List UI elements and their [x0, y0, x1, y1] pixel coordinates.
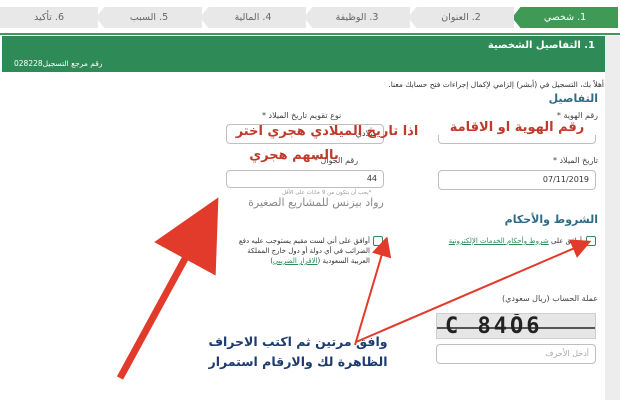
annotation-arrows [116, 197, 592, 380]
arrow-checkbox-tax [354, 236, 392, 346]
arrow-big [116, 197, 219, 380]
arrow-checkbox-terms [355, 239, 592, 343]
